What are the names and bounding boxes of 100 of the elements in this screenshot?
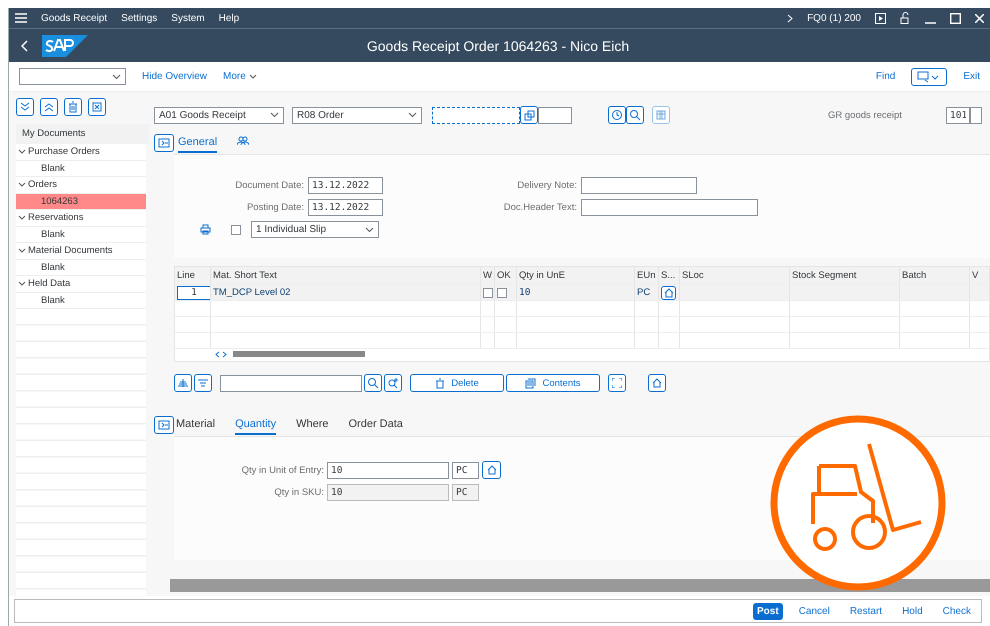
copy-icon[interactable] (520, 106, 538, 124)
maximize-icon[interactable] (950, 12, 961, 24)
scrollbar-thumb[interactable] (233, 351, 365, 357)
tree-folder[interactable]: Orders (16, 177, 146, 194)
column-header: Batch (900, 267, 970, 284)
slip-dropdown[interactable]: 1 Individual Slip (251, 221, 379, 238)
column-header: Line (175, 267, 211, 284)
tab[interactable]: Material (176, 415, 216, 435)
search-icon[interactable] (626, 106, 644, 124)
quantity-field[interactable]: 10 (327, 462, 449, 478)
menu-item[interactable]: Help (218, 12, 240, 24)
chevron-icon (18, 214, 26, 221)
checkbox[interactable] (497, 288, 507, 298)
fullscreen-icon[interactable] (608, 374, 626, 392)
menu-item[interactable]: Settings (121, 12, 158, 24)
find-link[interactable]: Find (876, 71, 896, 82)
unlock-icon[interactable] (900, 12, 911, 24)
close-icon[interactable] (88, 98, 106, 116)
unit-field[interactable]: PC (452, 484, 479, 501)
delete-button[interactable]: Delete (410, 374, 504, 392)
play-icon[interactable] (875, 12, 886, 24)
footer-link[interactable]: Cancel (794, 602, 834, 620)
collapse-all-icon[interactable] (40, 98, 58, 116)
more-menu[interactable]: More (223, 71, 257, 82)
tree-item[interactable]: Blank (16, 160, 146, 177)
tree-item[interactable]: 1064263 (16, 194, 146, 210)
printer-icon[interactable] (200, 224, 211, 235)
documents-icon (525, 378, 536, 388)
post-button[interactable]: Post (753, 602, 783, 620)
footer-link[interactable]: Restart (846, 602, 886, 620)
home-icon[interactable] (482, 461, 501, 479)
document-number-field[interactable] (432, 106, 520, 124)
chevron-icon (248, 74, 257, 80)
text-field[interactable] (581, 177, 697, 194)
delete-icon[interactable] (64, 98, 82, 116)
menu-item[interactable]: Goods Receipt (41, 12, 108, 24)
unit-field[interactable]: PC (452, 462, 479, 478)
quantity-field[interactable]: 10 (327, 484, 449, 501)
table-cell: TM_DCP Level 02 (211, 285, 481, 300)
checkbox[interactable] (231, 224, 241, 234)
grid-icon[interactable] (652, 106, 670, 124)
sort-ascending-icon[interactable] (174, 374, 192, 392)
exit-link[interactable]: Exit (963, 71, 980, 82)
display-icon (917, 70, 942, 82)
text-field[interactable] (581, 199, 758, 216)
horizontal-scrollbar[interactable] (170, 579, 990, 592)
column-header: W (481, 267, 495, 284)
transaction-dropdown[interactable]: A01 Goods Receipt (154, 106, 284, 124)
field-label: Qty in SKU: (273, 487, 324, 498)
input-field[interactable] (970, 106, 982, 124)
footer-link[interactable]: Hold (898, 602, 927, 620)
contents-button[interactable]: Contents (506, 374, 600, 392)
scroll-arrows-icon[interactable] (215, 350, 227, 358)
chevron-icon (18, 182, 26, 188)
expand-all-icon[interactable] (16, 98, 34, 116)
field-label: Document Date: (234, 180, 304, 191)
date-field[interactable]: 13.12.2022 (308, 177, 383, 194)
history-icon[interactable] (608, 106, 626, 124)
hide-overview-link[interactable]: Hide Overview (142, 71, 208, 82)
column-header: V (970, 267, 990, 284)
tab[interactable]: Where (296, 415, 328, 435)
footer-link[interactable]: Check (938, 602, 975, 620)
caret-icon (112, 74, 121, 80)
chevron-right-icon[interactable] (787, 14, 794, 22)
layout-dropdown-button[interactable] (911, 68, 948, 86)
tree-folder[interactable]: Held Data (16, 276, 146, 292)
menu-item[interactable]: System (171, 12, 205, 24)
search-next-icon[interactable] (384, 374, 402, 392)
column-header: EUn (635, 267, 659, 284)
tree-folder[interactable]: Purchase Orders (16, 144, 146, 160)
system-info: FQ0 (1) 200 (807, 12, 861, 24)
toggle-panel-icon[interactable] (154, 416, 174, 434)
search-icon[interactable] (364, 374, 382, 392)
line-field[interactable]: 1 (177, 286, 210, 300)
tree-folder[interactable]: Reservations (16, 210, 146, 226)
column-header: Mat. Short Text (211, 267, 481, 284)
tree-folder[interactable]: Material Documents (16, 243, 146, 260)
tree-item[interactable]: Blank (16, 260, 146, 276)
date-field[interactable]: 13.12.2022 (308, 199, 383, 216)
home-icon[interactable] (661, 286, 676, 300)
field-label: Delivery Note: (516, 180, 577, 191)
tab[interactable]: Order Data (348, 415, 403, 435)
toggle-panel-icon[interactable] (154, 134, 174, 152)
back-icon[interactable] (21, 40, 28, 52)
checkbox[interactable] (483, 288, 493, 298)
field-label: GR goods receipt (828, 110, 903, 120)
field-label: Doc.Header Text: (502, 202, 577, 213)
dropdown[interactable] (19, 68, 126, 85)
reference-dropdown[interactable]: R08 Order (292, 106, 422, 124)
home-icon[interactable] (648, 374, 666, 392)
menu-icon[interactable] (15, 13, 27, 23)
tree-item[interactable]: Blank (16, 292, 146, 309)
filter-icon[interactable] (194, 374, 212, 392)
window-title: Goods Receipt Order 1064263 - Nico Eich (366, 38, 630, 54)
chevron-icon (18, 280, 26, 287)
sap-logo (42, 34, 88, 56)
input-field[interactable] (538, 106, 572, 124)
column-header: Stock Segment (790, 267, 900, 284)
tree-item[interactable]: Blank (16, 226, 146, 243)
search-field[interactable] (220, 374, 362, 392)
